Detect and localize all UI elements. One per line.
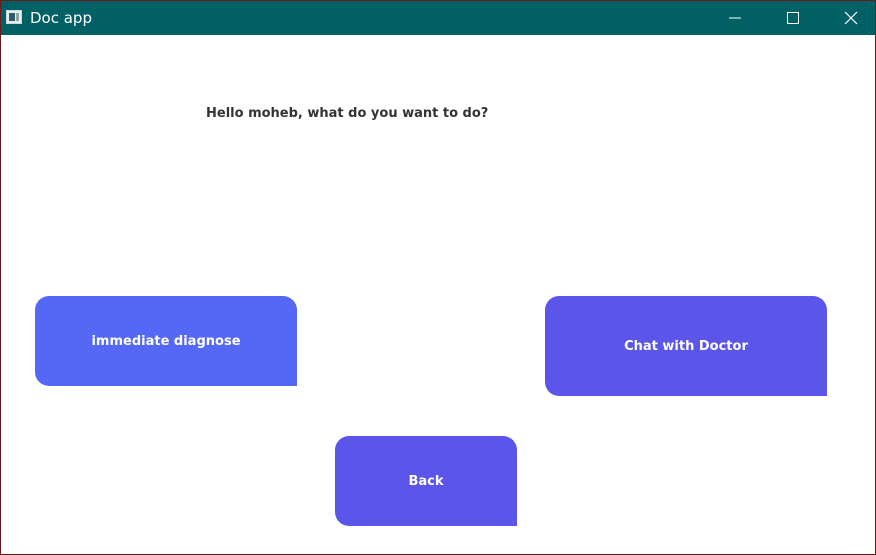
chat-with-doctor-label: Chat with Doctor <box>624 338 748 354</box>
immediate-diagnose-label: immediate diagnose <box>91 333 241 349</box>
close-button[interactable] <box>822 1 875 35</box>
minimize-icon <box>729 17 741 19</box>
back-button[interactable]: Back <box>335 436 517 526</box>
close-icon <box>844 11 858 25</box>
maximize-icon <box>787 12 799 24</box>
chat-with-doctor-button[interactable]: Chat with Doctor <box>545 296 827 396</box>
app-window: Doc app Hello moheb, what do you want to… <box>0 0 876 555</box>
minimize-button[interactable] <box>706 1 764 35</box>
greeting-text: Hello moheb, what do you want to do? <box>206 106 489 121</box>
maximize-button[interactable] <box>764 1 822 35</box>
app-icon <box>6 10 22 24</box>
immediate-diagnose-button[interactable]: immediate diagnose <box>35 296 297 386</box>
window-title: Doc app <box>30 9 92 27</box>
title-bar[interactable]: Doc app <box>1 1 875 35</box>
back-label: Back <box>408 473 444 489</box>
